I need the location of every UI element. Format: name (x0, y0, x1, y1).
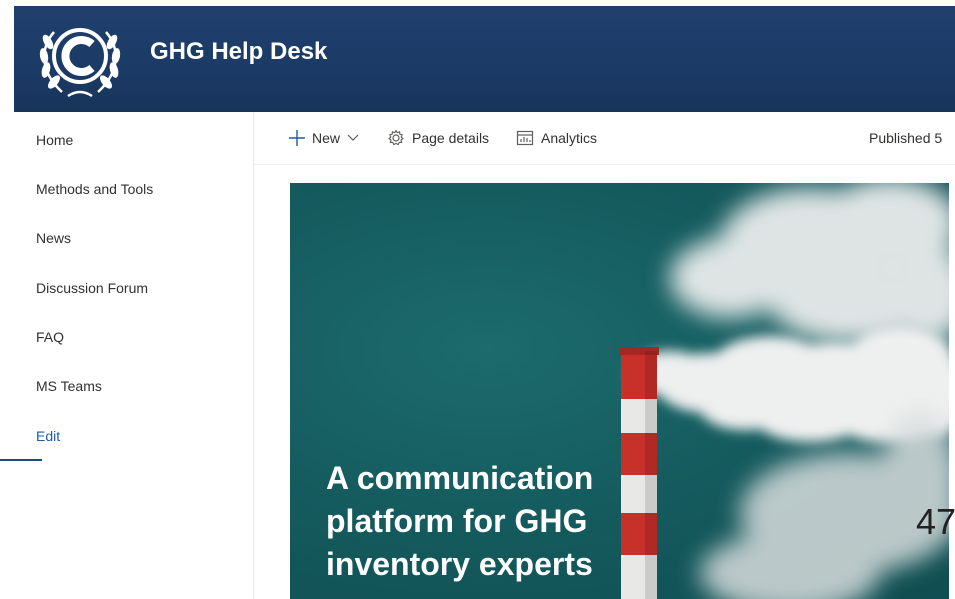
command-bar: New Page details Analytics Published 5 (254, 112, 955, 165)
hero-headline: A communication platform for GHG invento… (326, 460, 594, 582)
published-status: Published 5 (869, 130, 943, 146)
site-header: GHG Help Desk (14, 6, 955, 112)
un-emblem-icon[interactable] (32, 12, 128, 104)
sidebar-nav: Home Methods and Tools News Discussion F… (0, 112, 254, 599)
analytics-button[interactable]: Analytics (516, 128, 597, 148)
hero-banner: A communication platform for GHG invento… (290, 183, 949, 599)
page-details-button[interactable]: Page details (387, 128, 489, 148)
sidebar-item-news[interactable]: News (36, 228, 71, 248)
gear-icon (388, 129, 404, 146)
sidebar-item-home[interactable]: Home (36, 130, 73, 150)
sidebar-item-faq[interactable]: FAQ (36, 327, 64, 347)
sidebar-item-discussion-forum[interactable]: Discussion Forum (36, 278, 148, 298)
plus-icon (289, 130, 305, 146)
analytics-label: Analytics (541, 130, 598, 146)
slide-accent-line (0, 459, 42, 461)
sidebar-edit-link[interactable]: Edit (36, 426, 60, 446)
new-label: New (312, 130, 341, 146)
page-number: 47 (916, 501, 955, 542)
sidebar-item-ms-teams[interactable]: MS Teams (36, 376, 102, 396)
sidebar-item-methods-and-tools[interactable]: Methods and Tools (36, 179, 153, 199)
page-details-label: Page details (412, 130, 490, 146)
analytics-icon (516, 130, 534, 146)
chevron-down-icon (347, 134, 359, 141)
new-button[interactable]: New (288, 128, 359, 148)
site-title[interactable]: GHG Help Desk (150, 36, 327, 68)
